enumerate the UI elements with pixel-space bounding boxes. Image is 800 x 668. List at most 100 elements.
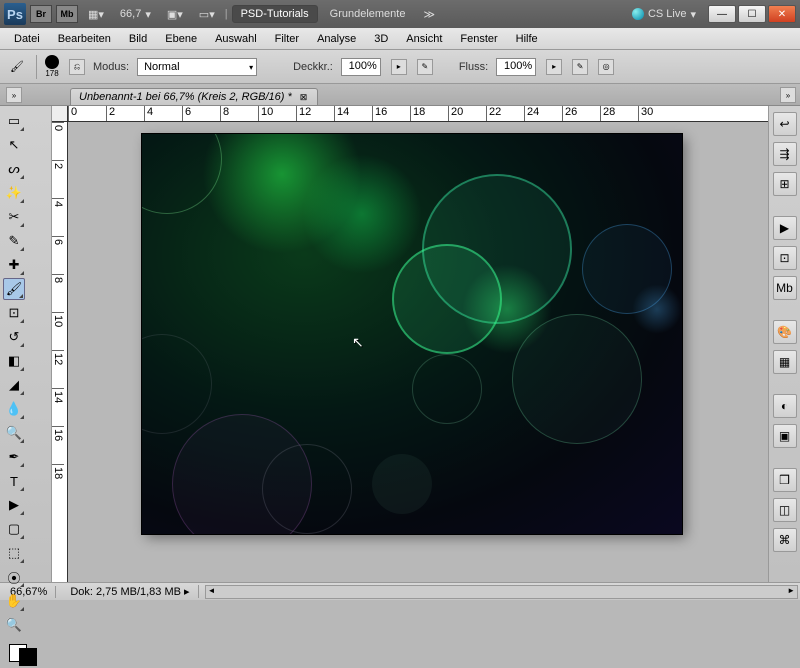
flow-flyout-icon[interactable]: ▸ — [546, 59, 562, 75]
options-bar: 🖌 178 ⎌ Modus: Normal Deckkr.: 100% ▸ ✎ … — [0, 50, 800, 84]
mouse-cursor-icon: ↖ — [352, 334, 364, 351]
menu-auswahl[interactable]: Auswahl — [207, 31, 265, 47]
close-button[interactable]: ✕ — [768, 5, 796, 23]
stamp-tool-icon[interactable]: ⊡ — [3, 302, 25, 324]
crop-tool-icon[interactable]: ✂ — [3, 206, 25, 228]
workspace-psd-tutorials[interactable]: PSD-Tutorials — [232, 5, 318, 23]
menu-bearbeiten[interactable]: Bearbeiten — [50, 31, 119, 47]
brush-tool-icon[interactable]: 🖌 — [3, 278, 25, 300]
opacity-field[interactable]: 100% — [341, 58, 381, 76]
background-color-swatch[interactable] — [19, 648, 37, 666]
menu-bild[interactable]: Bild — [121, 31, 155, 47]
zoom-tool-icon[interactable]: 🔍 — [3, 614, 25, 636]
brush-size-label: 178 — [45, 69, 58, 78]
document-tab[interactable]: Unbenannt-1 bei 66,7% (Kreis 2, RGB/16) … — [70, 88, 318, 105]
dodge-tool-icon[interactable]: 🔍 — [3, 422, 25, 444]
ruler-origin[interactable] — [52, 106, 68, 122]
menu-analyse[interactable]: Analyse — [309, 31, 364, 47]
brush-preset-picker[interactable]: 178 — [45, 55, 59, 78]
vertical-ruler[interactable]: 024681012141618 — [52, 122, 68, 582]
cs-live-icon — [632, 8, 644, 20]
paths-panel-icon[interactable]: ⌘ — [773, 528, 797, 552]
main-area: ▭ ↖ ᔕ ✨ ✂ ✎ ✚ 🖌 ⊡ ↺ ◧ ◢ 💧 🔍 ✒ T ▶ ▢ ⬚ ⦿ … — [0, 106, 800, 582]
path-select-tool-icon[interactable]: ▶ — [3, 494, 25, 516]
right-panel-dock: ↩ ⇶ ⊞ ▶ ⊡ Mb 🎨 ▦ ◐ ▣ ❒ ◫ ⌘ — [768, 106, 800, 582]
menu-bar: Datei Bearbeiten Bild Ebene Auswahl Filt… — [0, 28, 800, 50]
flow-label: Fluss: — [459, 61, 488, 73]
menu-datei[interactable]: Datei — [6, 31, 48, 47]
eyedropper-tool-icon[interactable]: ✎ — [3, 230, 25, 252]
menu-ansicht[interactable]: Ansicht — [398, 31, 450, 47]
horizontal-scrollbar[interactable] — [205, 585, 798, 599]
status-doc-info[interactable]: Dok: 2,75 MB/1,83 MB ▸ — [62, 585, 198, 598]
adjustments-panel-icon[interactable]: ◐ — [773, 394, 797, 418]
masks-panel-icon[interactable]: ▣ — [773, 424, 797, 448]
layers-panel-icon[interactable]: ❒ — [773, 468, 797, 492]
maximize-button[interactable]: ☐ — [738, 5, 766, 23]
brush-panel-icon[interactable]: ▶ — [773, 216, 797, 240]
minibridge-badge[interactable]: Mb — [56, 5, 78, 23]
horizontal-ruler[interactable]: 024681012141618202224262830 — [68, 106, 768, 122]
tool-preset-icon[interactable]: 🖌 — [6, 56, 28, 78]
canvas-area: 024681012141618202224262830 024681012141… — [52, 106, 768, 582]
eraser-tool-icon[interactable]: ◧ — [3, 350, 25, 372]
clone-panel-icon[interactable]: ⊡ — [773, 246, 797, 270]
type-tool-icon[interactable]: T — [3, 470, 25, 492]
3d-tool-icon[interactable]: ⬚ — [3, 542, 25, 564]
blur-tool-icon[interactable]: 💧 — [3, 398, 25, 420]
marquee-tool-icon[interactable]: ↖ — [3, 134, 25, 156]
title-bar: Ps Br Mb ▦▾ 66,7 ▾ ▣▾ ▭▾ | PSD-Tutorials… — [0, 0, 800, 28]
app-logo: Ps — [4, 3, 26, 25]
tab-overflow-right-icon[interactable]: » — [780, 87, 796, 103]
status-bar: 66,67% Dok: 2,75 MB/1,83 MB ▸ — [0, 582, 800, 600]
canvas[interactable]: ↖ — [142, 134, 682, 534]
blend-mode-dropdown[interactable]: Normal — [137, 58, 257, 76]
workspace-grundelemente[interactable]: Grundelemente — [322, 6, 414, 22]
bridge-badge[interactable]: Br — [30, 5, 52, 23]
tablet-pressure-icon[interactable]: ◎ — [598, 59, 614, 75]
opacity-label: Deckkr.: — [293, 61, 333, 73]
color-panel-icon[interactable]: 🎨 — [773, 320, 797, 344]
actions-panel-icon[interactable]: ⇶ — [773, 142, 797, 166]
screen-mode-icon[interactable]: ▭▾ — [193, 8, 221, 21]
lasso-tool-icon[interactable]: ᔕ — [3, 158, 25, 180]
layout-dropdown-icon[interactable]: ▦▾ — [82, 8, 110, 21]
pen-tool-icon[interactable]: ✒ — [3, 446, 25, 468]
tool-presets-panel-icon[interactable]: ⊞ — [773, 172, 797, 196]
3d-camera-tool-icon[interactable]: ⦿ — [3, 566, 25, 588]
document-tab-bar: » Unbenannt-1 bei 66,7% (Kreis 2, RGB/16… — [0, 84, 800, 106]
cs-live-button[interactable]: CS Live ▾ — [632, 8, 696, 21]
opacity-flyout-icon[interactable]: ▸ — [391, 59, 407, 75]
menu-3d[interactable]: 3D — [366, 31, 396, 47]
color-swatches[interactable] — [9, 638, 39, 668]
channels-panel-icon[interactable]: ◫ — [773, 498, 797, 522]
gradient-tool-icon[interactable]: ◢ — [3, 374, 25, 396]
menu-fenster[interactable]: Fenster — [452, 31, 505, 47]
brush-panel-toggle-icon[interactable]: ⎌ — [69, 59, 85, 75]
tab-overflow-left-icon[interactable]: » — [6, 87, 22, 103]
minimize-button[interactable]: — — [708, 5, 736, 23]
zoom-value: 66,7 — [120, 8, 141, 20]
history-brush-tool-icon[interactable]: ↺ — [3, 326, 25, 348]
toolbox: ▭ ↖ ᔕ ✨ ✂ ✎ ✚ 🖌 ⊡ ↺ ◧ ◢ 💧 🔍 ✒ T ▶ ▢ ⬚ ⦿ … — [0, 106, 52, 582]
zoom-display[interactable]: 66,7 ▾ — [114, 8, 157, 21]
separator: | — [225, 8, 228, 20]
flow-field[interactable]: 100% — [496, 58, 536, 76]
magic-wand-tool-icon[interactable]: ✨ — [3, 182, 25, 204]
swatches-panel-icon[interactable]: ▦ — [773, 350, 797, 374]
hand-tool-icon[interactable]: ✋ — [3, 590, 25, 612]
workspace-more-icon[interactable]: ≫ — [417, 8, 441, 21]
document-tab-close-icon[interactable]: ⊠ — [298, 92, 310, 103]
healing-tool-icon[interactable]: ✚ — [3, 254, 25, 276]
menu-ebene[interactable]: Ebene — [157, 31, 205, 47]
airbrush-icon[interactable]: ✎ — [572, 59, 588, 75]
view-mode-icon[interactable]: ▣▾ — [161, 8, 189, 21]
history-panel-icon[interactable]: ↩ — [773, 112, 797, 136]
menu-filter[interactable]: Filter — [267, 31, 307, 47]
shape-tool-icon[interactable]: ▢ — [3, 518, 25, 540]
menu-hilfe[interactable]: Hilfe — [508, 31, 546, 47]
opacity-pressure-icon[interactable]: ✎ — [417, 59, 433, 75]
document-tab-title: Unbenannt-1 bei 66,7% (Kreis 2, RGB/16) … — [79, 91, 292, 103]
mb-panel-icon[interactable]: Mb — [773, 276, 797, 300]
move-tool-icon[interactable]: ▭ — [3, 110, 25, 132]
